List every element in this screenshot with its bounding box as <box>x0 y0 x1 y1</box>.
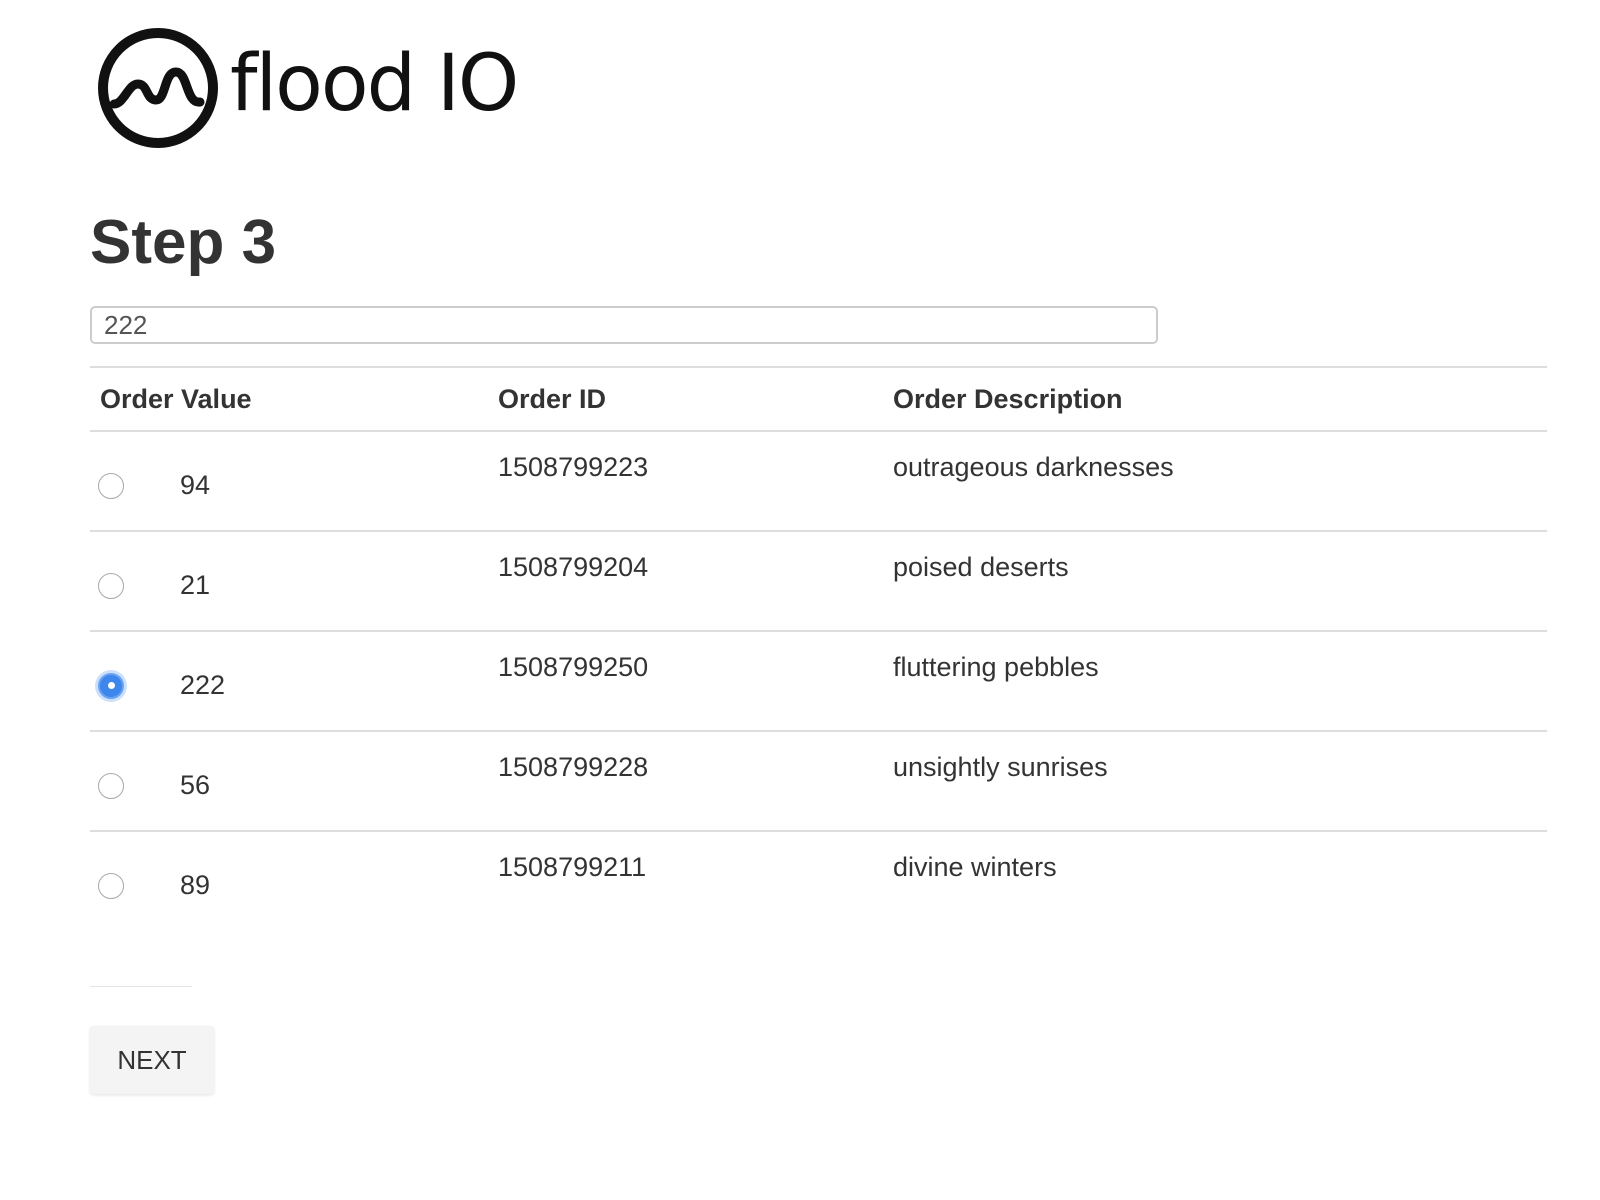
order-value-cell: 21 <box>90 531 488 632</box>
flood-io-logo: flood IO <box>96 26 519 150</box>
page-title: Step 3 <box>90 208 277 277</box>
order-value-input[interactable] <box>90 306 1158 344</box>
order-value-cell: 56 <box>90 731 488 832</box>
table-row: 94 1508799223 outrageous darknesses <box>90 431 1547 532</box>
logo-wordmark: flood IO <box>230 39 519 129</box>
order-description: outrageous darknesses <box>883 431 1547 532</box>
order-description: poised deserts <box>883 531 1547 632</box>
table-header-row: Order Value Order ID Order Description <box>90 366 1547 432</box>
flood-wave-logo-icon <box>98 28 218 148</box>
order-id: 1508799211 <box>498 852 647 882</box>
order-value: 94 <box>180 470 211 500</box>
order-description: unsightly sunrises <box>883 731 1547 832</box>
column-header-order-description: Order Description <box>883 366 1547 432</box>
order-id: 1508799204 <box>488 531 883 632</box>
order-select-radio[interactable] <box>98 572 124 599</box>
page: flood IO Step 3 Order Value Order ID Ord… <box>0 0 1600 1200</box>
order-description: fluttering pebbles <box>883 631 1547 732</box>
order-select-radio[interactable] <box>98 472 124 499</box>
order-value: 56 <box>180 770 211 800</box>
order-id: 1508799250 <box>488 631 883 732</box>
column-header-order-id: Order ID <box>488 366 883 432</box>
next-button[interactable]: NEXT <box>90 1026 214 1094</box>
order-value-cell: 94 <box>90 431 488 532</box>
table-row: 89 1508799211 divine winters <box>90 831 1547 931</box>
orders-table: Order Value Order ID Order Description 9… <box>90 366 1547 931</box>
table-row: 56 1508799228 unsightly sunrises <box>90 731 1547 832</box>
divider <box>90 986 192 987</box>
table-row: 222 1508799250 fluttering pebbles <box>90 631 1547 732</box>
column-header-order-value: Order Value <box>90 366 488 432</box>
order-id: 1508799228 <box>488 731 883 832</box>
order-value-cell: 222 <box>90 631 488 732</box>
order-select-radio[interactable] <box>98 772 124 799</box>
order-value: 89 <box>180 870 211 900</box>
order-description: divine winters <box>893 852 1057 882</box>
order-value: 21 <box>180 570 211 600</box>
order-value: 222 <box>180 670 226 700</box>
order-select-radio[interactable] <box>98 872 124 899</box>
order-value-cell: 89 <box>90 831 488 931</box>
order-select-radio[interactable] <box>98 672 124 699</box>
table-row: 21 1508799204 poised deserts <box>90 531 1547 632</box>
order-id: 1508799223 <box>488 431 883 532</box>
